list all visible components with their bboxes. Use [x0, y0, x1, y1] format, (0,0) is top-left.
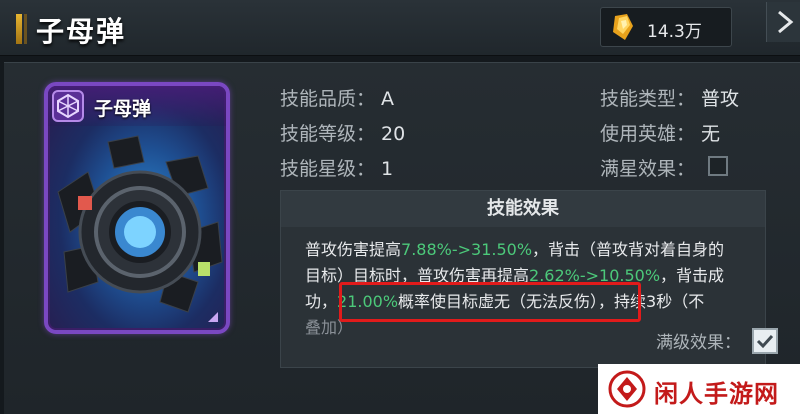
effect-highlight: 2.62%->10.50% — [529, 266, 661, 285]
title-accent-stripe — [24, 14, 27, 44]
effect-text: 概率使目标虚无（无法反伤），持续3秒（不 — [398, 292, 705, 311]
effect-line-2: 目标）目标时，普攻伤害再提高2.62%->10.50%，背击成 — [305, 263, 765, 289]
header-bar: 子母弹 14.3万 — [0, 0, 800, 56]
quality-row: 技能品质： A — [280, 84, 394, 111]
fullstar-label: 满星效果： — [600, 158, 696, 180]
type-value: 普攻 — [701, 88, 740, 110]
currency-display[interactable]: 14.3万 — [600, 7, 732, 47]
effect-text: 目标）目标时，普攻伤害再提高 — [305, 266, 530, 285]
effect-highlight: 21.00% — [337, 292, 399, 311]
quality-label: 技能品质： — [280, 88, 376, 110]
fullstar-row: 满星效果： — [600, 154, 695, 181]
effect-title: 技能效果 — [281, 191, 765, 227]
effect-text: ，背击成 — [660, 266, 725, 285]
level-label: 技能等级： — [280, 123, 376, 145]
max-level-checkbox[interactable] — [752, 328, 778, 354]
card-name: 子母弹 — [94, 98, 152, 120]
currency-value: 14.3万 — [647, 22, 702, 42]
hero-row: 使用英雄：无 — [600, 119, 720, 146]
star-value: 1 — [381, 158, 394, 180]
star-label: 技能星级： — [280, 158, 376, 180]
page-title: 子母弹 — [36, 15, 127, 48]
checkmark-icon — [756, 334, 774, 349]
effect-description: 普攻伤害提高7.88%->31.50%，背击（普攻背对着自身的 目标）目标时，普… — [305, 237, 765, 341]
card-corner-icon — [208, 312, 218, 322]
skill-card: 子母弹 — [44, 82, 230, 334]
effect-line-1: 普攻伤害提高7.88%->31.50%，背击（普攻背对着自身的 — [305, 237, 765, 263]
effect-highlight: 7.88%->31.50% — [401, 240, 533, 259]
effect-text: ，背击（普攻背对着自身的 — [532, 240, 725, 259]
effect-text: 普攻伤害提高 — [305, 240, 402, 259]
crystal-icon — [613, 14, 633, 40]
chevron-right-icon — [778, 10, 794, 34]
skill-art — [57, 135, 223, 313]
skill-emblem-icon — [52, 90, 84, 122]
quality-value: A — [381, 88, 395, 110]
effect-line-3: 功，21.00%概率使目标虚无（无法反伤），持续3秒（不 — [305, 289, 765, 315]
watermark: 闲人手游网 — [598, 364, 800, 414]
type-row: 技能类型： 普攻 — [600, 84, 739, 111]
close-button[interactable] — [766, 2, 800, 42]
type-label: 技能类型： — [600, 88, 696, 110]
star-row: 技能星级： 1 — [280, 154, 393, 181]
max-level-label: 满级效果： — [656, 333, 741, 353]
level-row: 技能等级： 20 — [280, 119, 405, 146]
fullstar-checkbox[interactable] — [708, 156, 728, 176]
level-value: 20 — [381, 123, 406, 145]
effect-text: 功， — [305, 292, 338, 311]
title-accent — [16, 14, 22, 44]
hero-value: 无 — [701, 123, 721, 145]
watermark-text: 闲人手游网 — [654, 380, 779, 408]
watermark-logo-icon — [608, 370, 646, 408]
hero-label: 使用英雄： — [600, 123, 696, 145]
